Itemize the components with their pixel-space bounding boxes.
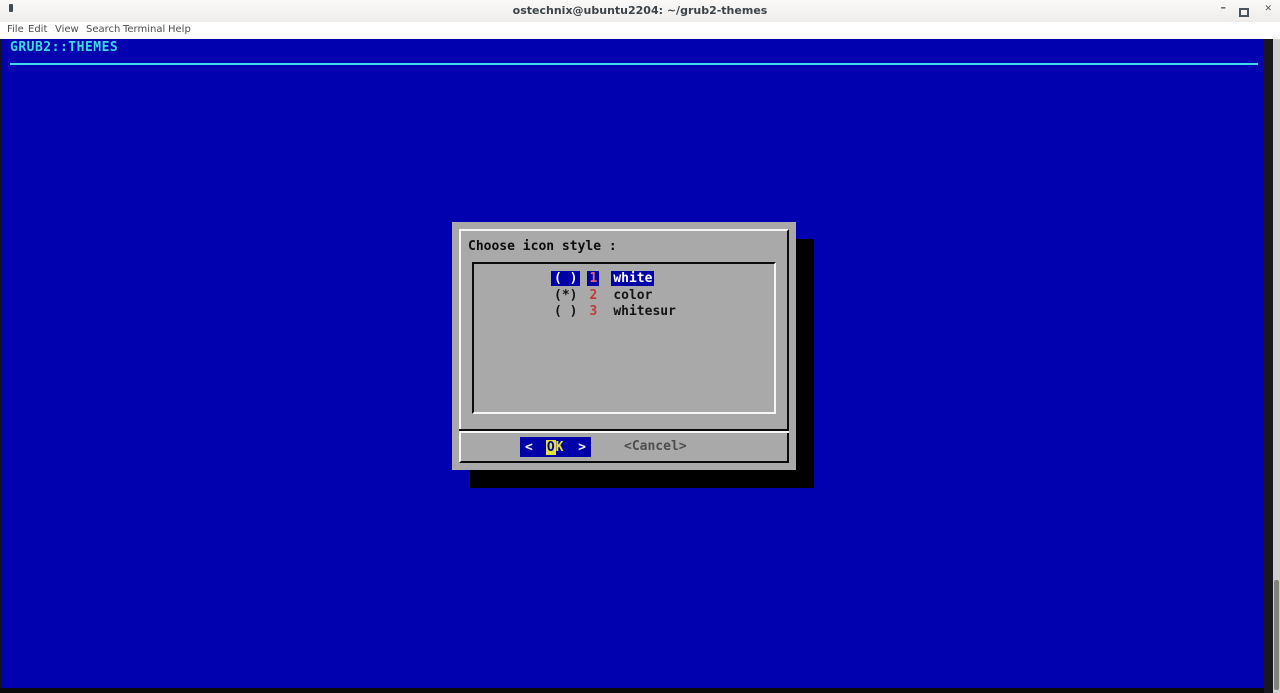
window-titlebar: ostechnix@ubuntu2204: ~/grub2-themes – ✕ bbox=[0, 0, 1280, 22]
close-button[interactable]: ✕ bbox=[1264, 4, 1272, 14]
radio-indicator: ( ) bbox=[554, 304, 578, 319]
dialog-title: Choose icon style : bbox=[468, 239, 617, 254]
radio-indicator: ( ) bbox=[551, 271, 581, 286]
window-title: ostechnix@ubuntu2204: ~/grub2-themes bbox=[512, 4, 768, 17]
scrollbar-thumb[interactable] bbox=[1274, 580, 1279, 690]
option-tag: 3 bbox=[589, 304, 598, 319]
menu-bar: File Edit View Search Terminal Help bbox=[0, 22, 1280, 39]
radiolist-dialog: Choose icon style : ( ) 1 white (*) 2 color … bbox=[452, 222, 796, 470]
radio-option-color[interactable]: (*) 2 color bbox=[474, 288, 774, 305]
minimize-button[interactable]: – bbox=[1221, 1, 1227, 14]
option-rows: ( ) 1 white (*) 2 color ( ) 3 whitesur bbox=[474, 271, 774, 321]
option-label: white bbox=[611, 271, 655, 286]
radio-indicator: (*) bbox=[554, 287, 578, 303]
option-tag: 1 bbox=[587, 271, 600, 286]
menu-help[interactable]: Help bbox=[168, 24, 191, 35]
ok-angle-right: > bbox=[578, 439, 586, 455]
window-bottom-edge bbox=[0, 688, 1264, 693]
menu-file[interactable]: File bbox=[7, 24, 24, 35]
terminal-right-edge bbox=[1264, 39, 1273, 693]
menu-view[interactable]: View bbox=[55, 24, 79, 35]
maximize-button[interactable] bbox=[1239, 8, 1249, 17]
menu-terminal[interactable]: Terminal bbox=[123, 24, 165, 35]
backtitle: GRUB2::THEMES bbox=[10, 40, 119, 55]
menu-search[interactable]: Search bbox=[86, 24, 120, 35]
option-label: whitesur bbox=[613, 304, 676, 319]
ok-cursor-char: O bbox=[545, 439, 556, 455]
radio-option-white[interactable]: ( ) 1 white bbox=[474, 271, 774, 288]
ok-button[interactable]: < O K > bbox=[520, 437, 591, 457]
option-label: color bbox=[613, 287, 653, 303]
ok-label-rest: K bbox=[555, 439, 564, 455]
ok-angle-left: < bbox=[525, 439, 533, 455]
option-tag: 2 bbox=[589, 287, 598, 303]
button-separator bbox=[459, 429, 789, 433]
radio-option-whitesur[interactable]: ( ) 3 whitesur bbox=[474, 304, 774, 321]
backtitle-divider bbox=[10, 63, 1258, 65]
option-listbox: ( ) 1 white (*) 2 color ( ) 3 whitesur bbox=[472, 262, 776, 414]
menu-edit[interactable]: Edit bbox=[28, 24, 47, 35]
cancel-button[interactable]: <Cancel> bbox=[624, 439, 687, 454]
